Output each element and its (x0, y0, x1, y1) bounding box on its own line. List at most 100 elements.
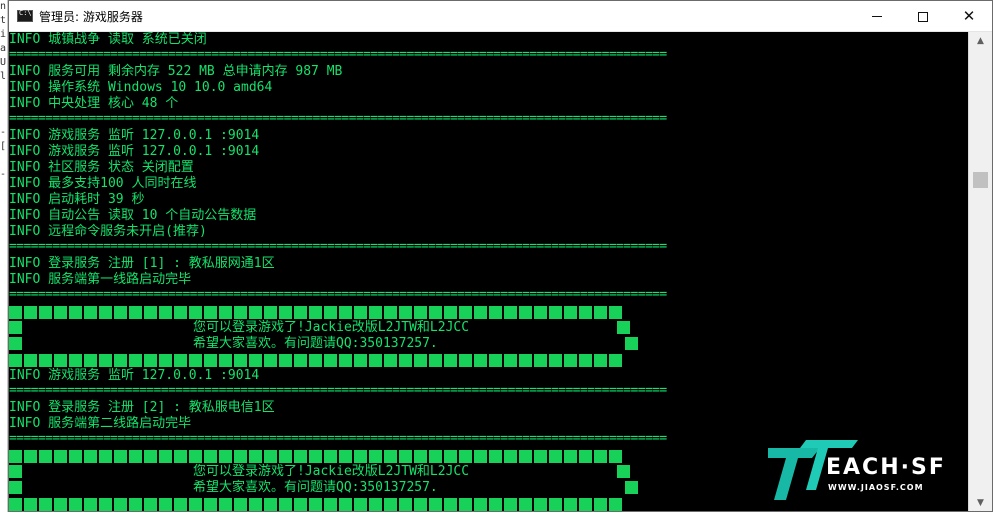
banner-block (564, 353, 577, 367)
banner-block (534, 305, 547, 319)
banner-block (234, 449, 247, 463)
banner-border-row (9, 352, 968, 368)
banner-block (399, 449, 412, 463)
banner-block (24, 353, 37, 367)
log-line: INFO 游戏服务 监听 127.0.0.1 :9014 (9, 144, 260, 159)
banner-block (324, 305, 337, 319)
banner-block (414, 305, 427, 319)
banner-block (414, 353, 427, 367)
banner-block (399, 497, 412, 511)
banner-block (519, 305, 532, 319)
banner-block (489, 449, 502, 463)
log-line: INFO 社区服务 状态 关闭配置 (9, 160, 194, 175)
banner-block (534, 497, 547, 511)
banner-block (534, 353, 547, 367)
background-char (0, 392, 7, 406)
scroll-down-arrow-icon[interactable]: ▼ (969, 494, 992, 511)
banner-block (84, 449, 97, 463)
banner-block (174, 305, 187, 319)
log-line: INFO 游戏服务 监听 127.0.0.1 :9014 (9, 128, 260, 143)
banner-block (594, 353, 607, 367)
vertical-scrollbar[interactable]: ▲ ▼ (968, 32, 992, 511)
maximize-button[interactable] (900, 1, 946, 32)
banner-block (129, 449, 142, 463)
window-title: 管理员: 游戏服务器 (39, 9, 143, 24)
title-bar[interactable]: 管理员: 游戏服务器 ✕ (9, 1, 992, 32)
banner-block (369, 497, 382, 511)
banner-block (144, 449, 157, 463)
background-char (0, 210, 7, 224)
banner-block (99, 305, 112, 319)
log-line: INFO 登录服务 注册 [2] : 教私服电信1区 (9, 400, 275, 415)
banner-block (9, 481, 22, 494)
close-button[interactable]: ✕ (946, 1, 992, 32)
background-char (0, 112, 7, 126)
background-char: n (0, 1, 7, 12)
banner-block (414, 497, 427, 511)
banner-block (534, 449, 547, 463)
banner-block (625, 481, 638, 494)
banner-block (444, 353, 457, 367)
banner-block (369, 353, 382, 367)
background-char (0, 266, 7, 280)
log-line: INFO 启动耗时 39 秒 (9, 192, 145, 207)
banner-block (189, 305, 202, 319)
banner-block (189, 353, 202, 367)
banner-block (339, 497, 352, 511)
scrollbar-thumb[interactable] (973, 172, 988, 188)
banner-message-row: 希望大家喜欢。有问题请QQ:350137257. (9, 336, 968, 352)
banner-block (474, 449, 487, 463)
banner-block (609, 353, 622, 367)
banner-block (429, 305, 442, 319)
separator-line: ========================================… (9, 47, 667, 62)
banner-block (39, 353, 52, 367)
background-window-edge: n t i a Ul - [- (0, 0, 8, 519)
banner-block (579, 305, 592, 319)
background-char (0, 364, 7, 378)
banner-block (189, 449, 202, 463)
banner-block (429, 497, 442, 511)
background-char (0, 378, 7, 392)
banner-block (474, 305, 487, 319)
background-char: U (0, 57, 7, 68)
banner-block (39, 449, 52, 463)
banner-block (159, 353, 172, 367)
minimize-button[interactable] (854, 1, 900, 32)
background-char: a (0, 43, 7, 54)
banner-block (279, 353, 292, 367)
banner-block (264, 449, 277, 463)
banner-block (99, 353, 112, 367)
background-char (0, 350, 7, 364)
banner-block (294, 449, 307, 463)
banner-block (444, 497, 457, 511)
scroll-up-arrow-icon[interactable]: ▲ (969, 32, 992, 49)
banner-block (234, 353, 247, 367)
banner-block (39, 497, 52, 511)
banner-block (69, 305, 82, 319)
banner-block (354, 305, 367, 319)
cmd-icon (17, 9, 33, 22)
background-char: - (0, 169, 7, 180)
banner-block (9, 321, 22, 334)
banner-block (549, 305, 562, 319)
banner-block (474, 497, 487, 511)
banner-block (249, 497, 262, 511)
banner-block (549, 449, 562, 463)
banner-block (384, 497, 397, 511)
banner-block (309, 305, 322, 319)
banner-block (519, 497, 532, 511)
banner-block (594, 497, 607, 511)
banner-block (219, 449, 232, 463)
window-controls: ✕ (854, 1, 992, 32)
banner-block (9, 465, 22, 478)
banner-block (204, 497, 217, 511)
banner-block (279, 305, 292, 319)
banner-block (204, 305, 217, 319)
banner-message: 希望大家喜欢。有问题请QQ:350137257. (193, 336, 438, 351)
banner-block (474, 353, 487, 367)
banner-block (564, 305, 577, 319)
banner-block (609, 305, 622, 319)
banner-block (264, 353, 277, 367)
background-char: l (0, 71, 7, 82)
separator-line: ========================================… (9, 287, 667, 302)
